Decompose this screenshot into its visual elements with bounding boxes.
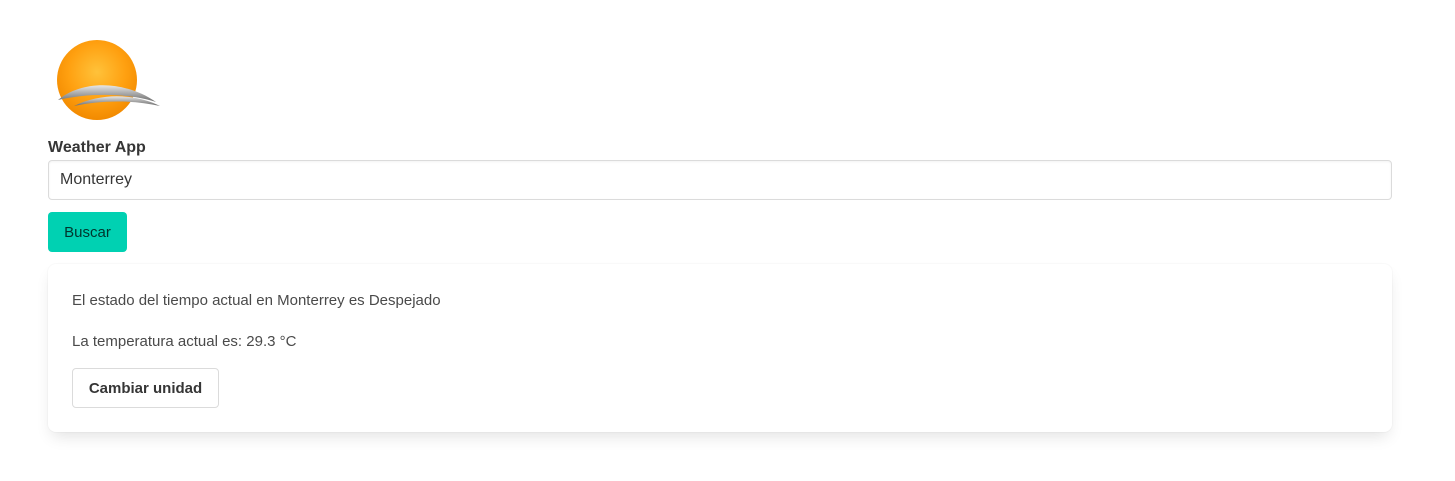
search-button[interactable]: Buscar: [48, 212, 127, 252]
city-search-input[interactable]: [48, 160, 1392, 200]
temperature-text: La temperatura actual es: 29.3 °C: [72, 333, 297, 350]
change-unit-button[interactable]: Cambiar unidad: [72, 368, 219, 408]
app-title-label: Weather App: [48, 139, 146, 156]
weather-result-card: El estado del tiempo actual en Monterrey…: [48, 264, 1392, 432]
sun-behind-cloud-icon: [52, 36, 162, 126]
weather-status-text: El estado del tiempo actual en Monterrey…: [72, 292, 441, 309]
weather-app-page: Weather App Buscar El estado del tiempo …: [0, 0, 1455, 481]
